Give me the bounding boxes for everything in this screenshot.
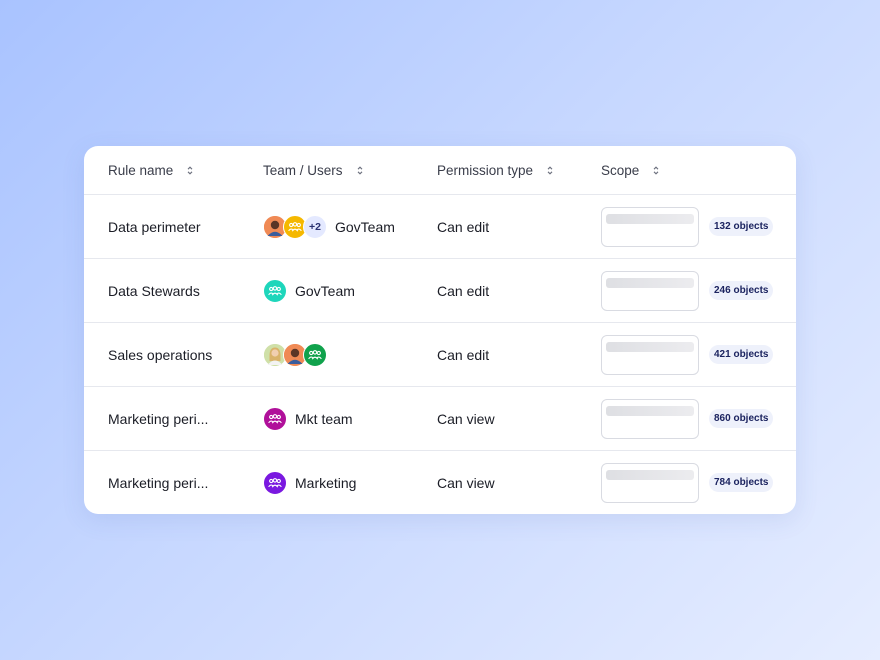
object-count-badge: 421 objects [709,345,774,364]
more-members-badge[interactable]: +2 [303,214,327,239]
group-icon [263,470,287,495]
column-header-label: Permission type [437,162,534,178]
team-avatars [263,278,287,303]
object-count-badge: 132 objects [709,217,774,236]
group-icon [263,406,287,431]
permission-type: Can edit [437,346,490,363]
team-avatars [263,406,287,431]
sort-icon[interactable] [357,165,363,175]
column-header-scope[interactable]: Scope [601,146,791,194]
rule-name: Data Stewards [108,282,200,299]
table-row[interactable]: Data perimeter +2 GovTeam Can edit 132 o… [84,194,796,258]
scope-preview[interactable] [601,462,699,503]
column-header-label: Team / Users [263,162,343,178]
group-icon [303,342,327,367]
scope-preview[interactable] [601,206,699,247]
column-header-permission-type[interactable]: Permission type [437,146,587,194]
scope-placeholder-bar [606,213,694,224]
rule-name: Marketing peri... [108,410,209,427]
table-row[interactable]: Marketing peri... Mkt team Can view 860 … [84,386,796,450]
group-icon [263,278,287,303]
scope-placeholder-bar [606,469,694,480]
sort-icon[interactable] [547,165,553,175]
rule-name: Sales operations [108,346,213,363]
column-header-label: Scope [601,162,640,178]
team-avatars [263,342,327,367]
scope-preview[interactable] [601,270,699,311]
rule-name: Marketing peri... [108,474,209,491]
permissions-table: Rule name Team / Users Permission type S… [84,146,796,514]
sort-icon[interactable] [187,165,193,175]
scope-placeholder-bar [606,277,694,288]
table-header: Rule name Team / Users Permission type S… [84,146,796,194]
scope-placeholder-bar [606,341,694,352]
column-header-label: Rule name [108,162,174,178]
team-name: GovTeam [335,218,395,235]
column-header-rule-name[interactable]: Rule name [108,146,248,194]
object-count-badge: 246 objects [709,281,774,300]
team-avatars: +2 [263,214,327,239]
scope-preview[interactable] [601,398,699,439]
scope-placeholder-bar [606,405,694,416]
scope-preview[interactable] [601,334,699,375]
object-count-badge: 784 objects [709,473,774,492]
permission-type: Can edit [437,218,490,235]
permission-type: Can edit [437,282,490,299]
permission-type: Can view [437,410,495,427]
permission-type: Can view [437,474,495,491]
team-avatars [263,470,287,495]
team-name: GovTeam [295,282,355,299]
object-count-badge: 860 objects [709,409,774,428]
table-row[interactable]: Sales operations Can edit 421 objects [84,322,796,386]
team-name: Marketing [295,474,357,491]
sort-icon[interactable] [653,165,659,175]
rule-name: Data perimeter [108,218,201,235]
table-row[interactable]: Marketing peri... Marketing Can view 784… [84,450,796,514]
team-name: Mkt team [295,410,353,427]
table-row[interactable]: Data Stewards GovTeam Can edit 246 objec… [84,258,796,322]
column-header-team-users[interactable]: Team / Users [263,146,423,194]
